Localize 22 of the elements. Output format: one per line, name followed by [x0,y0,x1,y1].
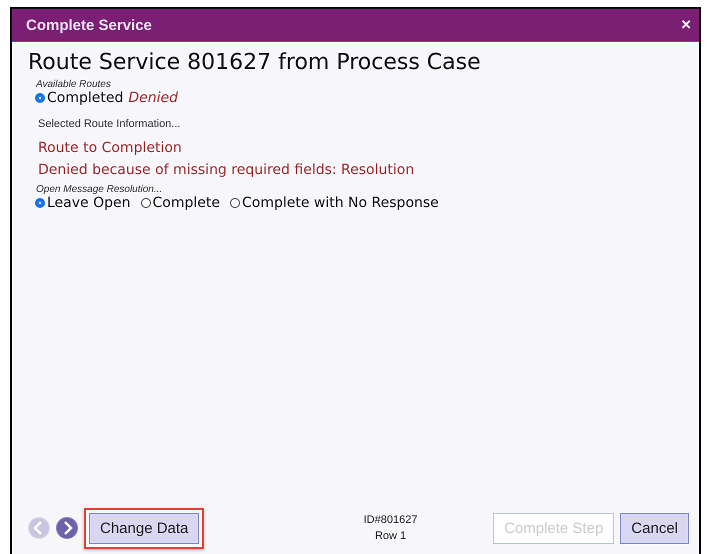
info-label: Selected Route Information... [38,118,182,130]
radio-button[interactable] [35,93,45,103]
next-icon[interactable] [56,517,78,539]
radio-button[interactable] [230,198,240,208]
option-label: Leave Open [47,195,130,211]
window-title: Complete Service [26,16,152,34]
radio-button[interactable] [140,198,150,208]
option-label: Complete with No Response [242,195,439,211]
option-label: Complete [152,195,220,211]
status-note: Denied [128,90,178,106]
footer-button[interactable]: Cancel [620,512,689,544]
resolution-label: Open Message Resolution... [36,184,164,195]
route-message: Route to Completion [38,140,183,156]
close-button[interactable]: × [679,15,693,35]
routes-label: Available Routes [36,79,112,90]
page-heading: Route Service 801627 from Process Case [28,50,482,75]
change-data-button[interactable]: Change Data [89,512,200,544]
option-label: Completed [47,90,124,106]
row-number: Row 1 [374,529,408,544]
record-id: ID#801627 [362,513,418,528]
radio-button[interactable] [35,198,45,208]
route-message: Denied because of missing required fields: Resolution [38,162,416,178]
